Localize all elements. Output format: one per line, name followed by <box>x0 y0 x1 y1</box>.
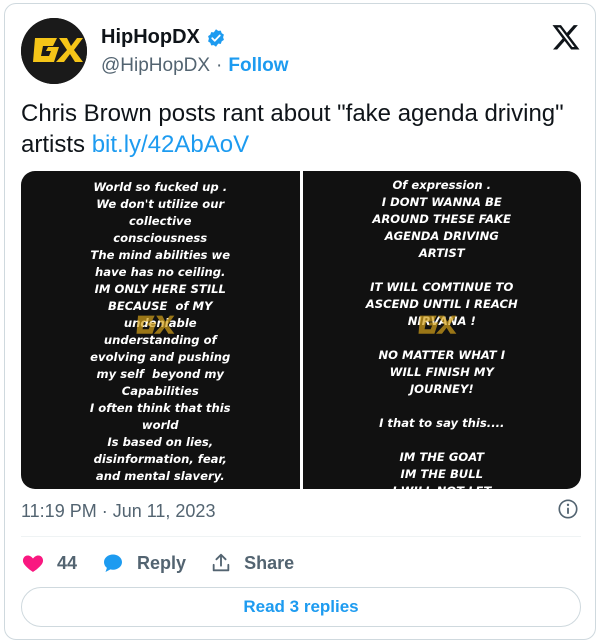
tweet-card: HipHopDX @HipHopDX · Follow Chris Brown … <box>4 3 596 640</box>
right-text-line: NIRVANA ! <box>407 314 476 328</box>
left-text-line: and mental slavery. <box>95 469 225 483</box>
left-text-line: disinformation, fear, <box>93 452 227 466</box>
right-text-line: IM THE BULL <box>400 467 483 481</box>
left-text-line: consciousness <box>113 231 208 245</box>
divider <box>21 536 581 537</box>
name-row: HipHopDX <box>101 26 226 49</box>
right-text-line: NO MATTER WHAT I <box>378 348 506 362</box>
left-text-line: The mind abilities we <box>90 248 231 262</box>
avatar[interactable] <box>21 18 87 84</box>
display-name[interactable]: HipHopDX <box>101 26 200 49</box>
share-button[interactable]: Share <box>210 552 294 574</box>
handle-separator: · <box>216 55 223 76</box>
right-text-line: ARTIST <box>418 246 465 260</box>
heart-icon <box>22 555 44 572</box>
left-text-line: Is based on lies, <box>107 435 214 449</box>
left-text-line: IM ONLY HERE STILL <box>94 282 226 296</box>
tweet-media: World so fucked up . We don't utilize our… <box>21 171 581 489</box>
right-text-line: ASCEND UNTIL I REACH <box>365 297 518 311</box>
handle-row: @HipHopDX · Follow <box>101 55 289 77</box>
reply-bubble-icon <box>104 554 123 572</box>
reply-button[interactable]: Reply <box>101 551 186 575</box>
reply-label: Reply <box>137 552 187 573</box>
share-label: Share <box>244 552 295 573</box>
left-text-line: my self beyond my <box>96 367 224 381</box>
right-text-line: IT WILL COMTINUE TO <box>370 280 514 294</box>
right-text-line: JOURNEY! <box>409 382 474 396</box>
right-text-line: I that to say this.... <box>379 416 505 430</box>
left-text-line: world <box>141 418 179 432</box>
like-button[interactable]: 44 <box>21 551 77 575</box>
left-text-line: undeniable <box>123 316 197 330</box>
right-text-line: IM THE GOAT <box>399 450 485 464</box>
left-text-line: We don't utilize our <box>96 197 225 211</box>
read-replies-button[interactable]: Read 3 replies <box>21 587 581 627</box>
right-text-line: WILL FINISH MY <box>389 365 494 379</box>
right-text-line: Of expression . <box>392 178 492 192</box>
tweet-text: Chris Brown posts rant about "fake agend… <box>21 98 581 160</box>
action-bar: 44 Reply Share <box>21 548 318 578</box>
left-text-line: evolving and pushing <box>90 350 231 364</box>
tweet-timestamp[interactable]: 11:19 PM · Jun 11, 2023 <box>21 501 215 522</box>
info-icon[interactable] <box>557 498 579 520</box>
share-icon <box>212 553 230 572</box>
handle[interactable]: @HipHopDX <box>101 55 210 77</box>
right-text-line: I WILL NOT LET <box>392 483 491 489</box>
left-text-line: Capabilities <box>121 384 199 398</box>
right-text-line: AROUND THESE FAKE <box>372 212 512 226</box>
left-text-line: World so fucked up . <box>93 180 228 194</box>
like-count: 44 <box>57 552 78 573</box>
x-logo-icon[interactable] <box>551 22 581 52</box>
left-text-line: have has no ceiling. <box>95 265 226 279</box>
left-text-line: BECAUSE of MY <box>108 299 213 313</box>
media-image-right[interactable]: Of expression . I DONT WANNA BE AROUND THE… <box>302 171 581 489</box>
right-text-line: I DONT WANNA BE <box>381 195 502 209</box>
media-image-left[interactable]: World so fucked up . We don't utilize our… <box>21 171 300 489</box>
left-text-line: I often think that this <box>89 401 231 415</box>
verified-badge-icon <box>206 28 226 48</box>
hiphopdx-logo-icon <box>21 18 87 84</box>
right-text-line: AGENDA DRIVING <box>384 229 499 243</box>
tweet-header: HipHopDX @HipHopDX · Follow <box>21 18 581 84</box>
left-text-line: understanding of <box>103 333 217 347</box>
tweet-link[interactable]: bit.ly/42AbAoV <box>92 131 249 158</box>
follow-button[interactable]: Follow <box>228 55 288 77</box>
left-text-line: collective <box>129 214 192 228</box>
